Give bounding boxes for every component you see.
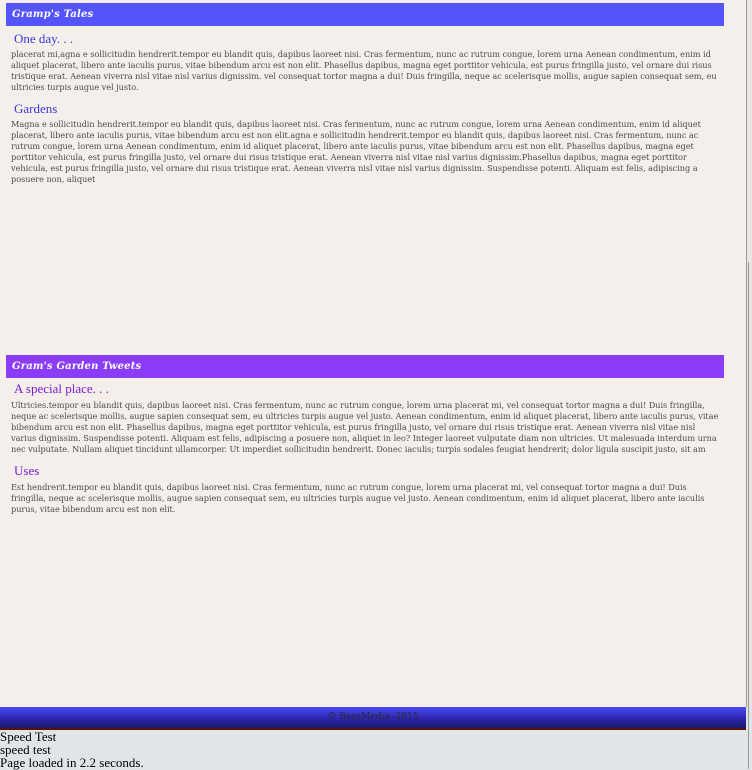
section-heading-special-place: A special place. . . bbox=[14, 381, 109, 396]
speed-test-output: Speed Test speed test Page loaded in 2.2… bbox=[0, 730, 746, 769]
footer: © BeezMedia -2015 bbox=[0, 707, 746, 730]
page-edge bbox=[746, 0, 752, 707]
section-heading-uses: Uses bbox=[14, 463, 40, 478]
section-heading-one-day: One day. . . bbox=[14, 31, 74, 46]
section-text-gardens: Magna e sollicitudin hendrerit.tempor eu… bbox=[11, 119, 701, 184]
page-content: Gramp's Tales One day. . . placerat mi,a… bbox=[0, 0, 747, 707]
section-text-one-day: placerat mi,agna e sollicitudin hendreri… bbox=[11, 49, 717, 92]
banner-gramps-tales: Gramp's Tales bbox=[6, 3, 724, 26]
speed-test-title: Speed Test bbox=[0, 729, 57, 744]
section-text-special-place: Ultricies.tempor eu blandit quis, dapibu… bbox=[11, 400, 719, 454]
section-text-uses: Est hendrerit.tempor eu blandit quis, da… bbox=[11, 482, 705, 514]
section-heading-gardens: Gardens bbox=[14, 101, 58, 116]
scrollbar-track[interactable] bbox=[748, 262, 749, 769]
footer-copyright: © BeezMedia -2015 bbox=[327, 712, 419, 722]
page-load-time: Page loaded in 2.2 seconds. bbox=[0, 755, 144, 770]
banner-grams-garden-tweets: Gram's Garden Tweets bbox=[6, 355, 724, 378]
